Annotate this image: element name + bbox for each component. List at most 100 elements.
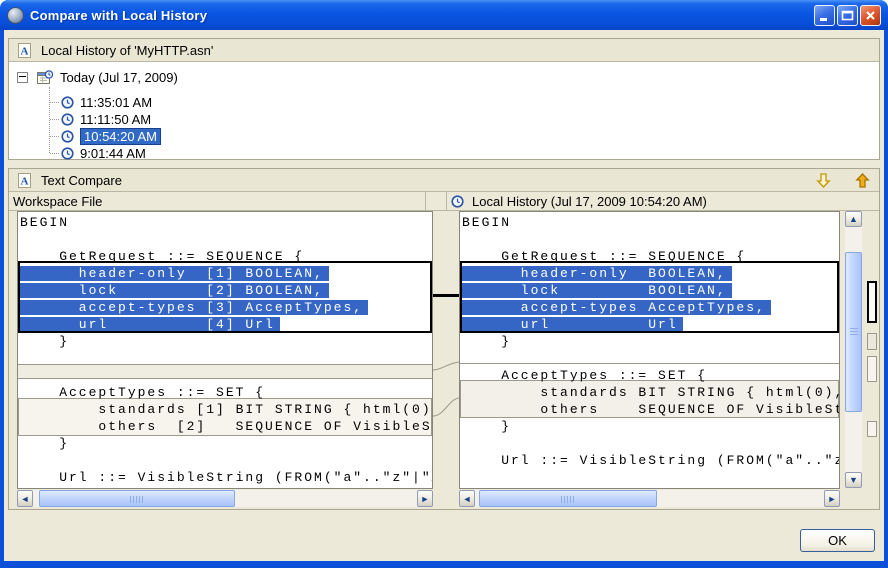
scroll-left-button[interactable]: ◄ [459,490,475,507]
code-line [460,350,839,367]
clock-icon [61,147,74,160]
revision-time: 9:01:44 AM [80,146,146,161]
left-pane-title: Workspace File [13,194,102,209]
local-history-header: A Local History of 'MyHTTP.asn' [9,39,879,62]
svg-text:A: A [21,45,29,57]
center-gutter-header [426,192,447,211]
code-line [18,350,432,367]
local-history-title: Local History of 'MyHTTP.asn' [41,43,213,58]
left-pane-header: Workspace File [9,192,426,211]
file-a-icon: A [17,173,32,188]
collapse-expander-icon[interactable] [17,72,28,83]
tree-node-today[interactable]: Today (Jul 17, 2009) [17,69,178,86]
scroll-right-button[interactable]: ► [417,490,433,507]
text-compare-title: Text Compare [41,173,122,188]
scrollbar-thumb[interactable] [479,490,657,507]
clock-icon [61,96,74,109]
diff-overview-ruler[interactable] [865,211,880,506]
revision-item[interactable]: 11:35:01 AM [61,94,152,111]
code-line [18,231,432,248]
code-line-highlighted: accept-types [3] AcceptTypes, [18,299,432,316]
revision-time-selected: 10:54:20 AM [80,128,161,145]
scrollbar-thumb[interactable] [845,252,862,412]
code-line: } [460,333,839,350]
scrollbar-thumb[interactable] [39,490,235,507]
revision-time: 11:11:50 AM [80,112,151,127]
left-horizontal-scrollbar[interactable]: ◄ ► [17,490,433,507]
code-line-highlighted: url [4] Url [18,316,432,333]
compare-column-headers: Workspace File Local History (Jul 17, 20… [9,192,879,211]
code-line [460,231,839,248]
window-title: Compare with Local History [30,8,814,23]
arrow-up-icon [854,172,871,189]
next-difference-button[interactable] [815,172,832,189]
code-line: } [18,435,432,452]
window-icon [7,7,24,24]
overview-marker-current[interactable] [867,281,877,323]
code-line [18,367,432,384]
compare-dialog-window: Compare with Local History A Local Histo… [0,0,888,568]
code-line: Url ::= VisibleString (FROM("a".."z"|"A"… [18,469,432,486]
scroll-up-button[interactable]: ▲ [845,211,862,227]
revision-item[interactable]: 11:11:50 AM [61,111,151,128]
code-line: others [2] SEQUENCE OF VisibleString (SI [18,418,432,435]
text-compare-header: A Text Compare [9,169,879,192]
vertical-scrollbar[interactable]: ▲ ▼ [845,211,862,488]
previous-difference-button[interactable] [854,172,871,189]
current-diff-connector [433,294,459,297]
revision-item[interactable]: 9:01:44 AM [61,145,146,162]
scroll-down-button[interactable]: ▼ [845,472,862,488]
file-a-icon: A [17,43,32,58]
right-pane-header: Local History (Jul 17, 2009 10:54:20 AM) [447,192,879,211]
code-line-highlighted: lock BOOLEAN, [460,282,839,299]
code-line: GetRequest ::= SEQUENCE { [460,248,839,265]
right-horizontal-scrollbar[interactable]: ◄ ► [459,490,840,507]
code-line: } [460,418,839,435]
code-line: GetRequest ::= SEQUENCE { [18,248,432,265]
overview-marker[interactable] [867,421,877,437]
code-line-highlighted: url Url [460,316,839,333]
text-compare-panel: A Text Compare Workspace File [8,168,880,510]
code-line-clipped: GetResponse ::= SEQUENCE { [460,486,839,489]
arrow-down-icon [815,172,832,189]
scroll-left-button[interactable]: ◄ [17,490,33,507]
maximize-button[interactable] [837,5,858,26]
code-line: Url ::= VisibleString (FROM("a".."z"|"A"… [460,452,839,469]
code-line-highlighted: lock [2] BOOLEAN, [18,282,432,299]
close-button[interactable] [860,5,881,26]
calendar-clock-icon [37,70,54,85]
scroll-right-button[interactable]: ► [824,490,840,507]
right-code: BEGIN GetRequest ::= SEQUENCE { header-o… [460,214,839,489]
svg-text:A: A [21,175,29,187]
code-line: AcceptTypes ::= SET { [18,384,432,401]
left-code: BEGIN GetRequest ::= SEQUENCE { header-o… [18,214,432,486]
right-pane-title: Local History (Jul 17, 2009 10:54:20 AM) [472,194,707,209]
code-line: BEGIN [18,214,432,231]
tree-node-label: Today (Jul 17, 2009) [60,70,178,85]
code-line: BEGIN [460,214,839,231]
dialog-client-area: A Local History of 'MyHTTP.asn' [4,30,884,561]
code-line-highlighted: header-only BOOLEAN, [460,265,839,282]
code-line: } [18,333,432,350]
code-line [460,469,839,486]
revision-item-selected[interactable]: 10:54:20 AM [61,128,161,145]
code-line [18,452,432,469]
history-tree[interactable]: Today (Jul 17, 2009) 11:35:01 AM 11:11:5… [9,62,879,159]
overview-marker[interactable] [867,356,877,382]
maximize-icon [841,9,854,22]
title-bar[interactable]: Compare with Local History [0,0,888,30]
code-line-highlighted: accept-types AcceptTypes, [460,299,839,316]
minimize-icon [818,9,831,22]
left-code-pane[interactable]: BEGIN GetRequest ::= SEQUENCE { header-o… [17,211,433,489]
ok-button[interactable]: OK [800,529,875,552]
overview-marker[interactable] [867,333,877,350]
compare-body: BEGIN GetRequest ::= SEQUENCE { header-o… [9,211,879,509]
right-code-pane[interactable]: BEGIN GetRequest ::= SEQUENCE { header-o… [459,211,840,489]
diff-connector [433,362,459,370]
minimize-button[interactable] [814,5,835,26]
code-line [460,435,839,452]
close-icon [864,9,877,22]
code-line: AcceptTypes ::= SET { [460,367,839,384]
revision-time: 11:35:01 AM [80,95,152,110]
diff-connectors [433,211,459,489]
